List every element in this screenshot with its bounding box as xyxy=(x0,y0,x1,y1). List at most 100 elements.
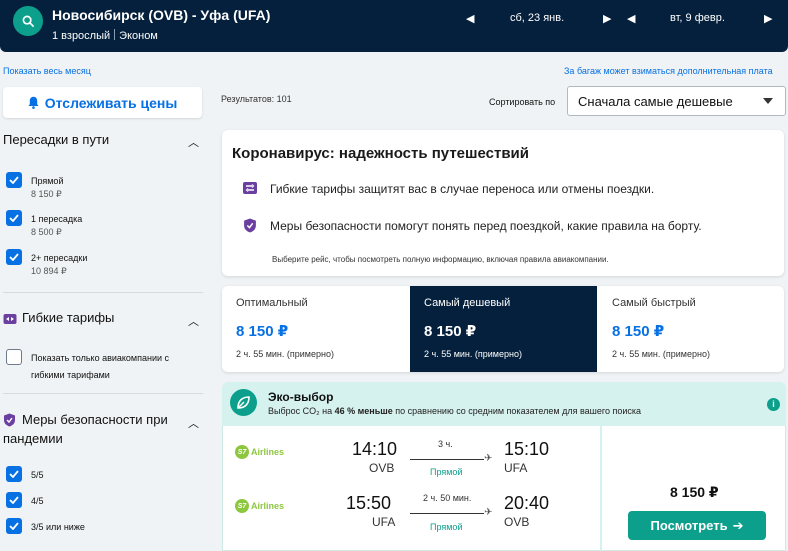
stops-one-checkbox[interactable] xyxy=(6,210,22,226)
leg-duration: 3 ч. xyxy=(438,439,453,449)
track-prices-button[interactable]: Отслеживать цены xyxy=(3,87,202,118)
baggage-note-link[interactable]: За багаж может взиматься дополнительная … xyxy=(564,66,773,76)
covid-footnote: Выберите рейс, чтобы посмотреть полную и… xyxy=(272,255,609,264)
flexible-option-label-line2: гибкими тарифами xyxy=(31,370,110,380)
flexible-collapse-chevron-icon[interactable]: ︿ xyxy=(188,313,199,329)
safety-option-label: 5/5 xyxy=(31,470,44,480)
leg-arrival-time: 20:40 xyxy=(504,493,550,513)
route-title: Новосибирск (OVB) - Уфа (UFA) xyxy=(52,7,271,23)
leg-arrival-code: OVB xyxy=(504,515,530,529)
track-prices-label: Отслеживать цены xyxy=(44,94,178,111)
leg-stops: Прямой xyxy=(430,522,463,532)
tab-duration: 2 ч. 55 мин. (примерно) xyxy=(424,349,522,359)
plane-icon: ✈ xyxy=(484,507,493,518)
search-button[interactable] xyxy=(13,6,43,36)
tab-name: Самый быстрый xyxy=(612,297,696,309)
tab-cheapest[interactable]: Самый дешевый 8 150 ₽ 2 ч. 55 мин. (прим… xyxy=(410,286,597,372)
eco-sub-bold: 46 % меньше xyxy=(334,406,393,416)
eco-choice-banner: Эко-выбор Выброс CO₂ на 46 % меньше по с… xyxy=(222,382,786,426)
leg-arrival-time: 15:10 xyxy=(504,439,550,459)
leg-departure-code: UFA xyxy=(372,515,396,529)
safety-4-checkbox[interactable] xyxy=(6,492,22,508)
show-month-link[interactable]: Показать весь месяц xyxy=(3,66,91,76)
check-icon xyxy=(9,253,19,261)
bell-icon xyxy=(28,96,39,109)
depart-prev-arrow-icon[interactable]: ◀ xyxy=(466,12,474,25)
safety-option-label: 4/5 xyxy=(31,496,44,506)
stops-option-price: 8 150 ₽ xyxy=(31,189,62,199)
flexible-fares-icon xyxy=(3,312,17,330)
check-icon xyxy=(9,470,19,478)
leg-departure-time: 14:10 xyxy=(352,439,398,459)
tab-best[interactable]: Оптимальный 8 150 ₽ 2 ч. 55 мин. (пример… xyxy=(222,286,409,372)
airline-logo: S7 Airlines xyxy=(235,445,284,459)
cabin-class: Эконом xyxy=(119,30,158,42)
view-flight-button[interactable]: Посмотреть ➔ xyxy=(628,511,766,540)
flexible-only-checkbox[interactable] xyxy=(6,349,22,365)
sort-value: Сначала самые дешевые xyxy=(578,94,733,109)
airline-name: Airlines xyxy=(251,447,285,457)
flexible-ticket-icon xyxy=(242,181,258,200)
tab-price: 8 150 ₽ xyxy=(236,323,289,340)
leg-line xyxy=(410,513,484,514)
stops-option-label: 2+ пересадки xyxy=(31,253,88,263)
safety-3-checkbox[interactable] xyxy=(6,518,22,534)
passengers-count: 1 взрослый xyxy=(52,30,111,42)
stops-filter-title: Пересадки в пути xyxy=(3,132,110,147)
safety-5-checkbox[interactable] xyxy=(6,466,22,482)
divider xyxy=(3,393,203,394)
view-button-label: Посмотреть xyxy=(650,518,728,533)
search-header[interactable]: Новосибирск (OVB) - Уфа (UFA) 1 взрослый… xyxy=(0,0,788,52)
flexible-option-label-line1: Показать только авиакомпании с xyxy=(31,353,170,363)
check-icon xyxy=(9,176,19,184)
check-icon xyxy=(9,496,19,504)
eco-subtitle: Выброс CO₂ на 46 % меньше по сравнению с… xyxy=(268,406,641,416)
return-prev-arrow-icon[interactable]: ◀ xyxy=(627,12,635,25)
stops-option-label: 1 пересадка xyxy=(31,214,83,224)
results-count: Результатов: 101 xyxy=(221,94,292,104)
leg-departure-time: 15:50 xyxy=(346,493,392,513)
tab-price: 8 150 ₽ xyxy=(612,323,665,340)
leg-departure-code: OVB xyxy=(369,461,395,475)
stops-direct-checkbox[interactable] xyxy=(6,172,22,188)
info-icon[interactable]: i xyxy=(767,398,780,411)
sort-tabs: Оптимальный 8 150 ₽ 2 ч. 55 мин. (пример… xyxy=(222,286,784,372)
tab-price: 8 150 ₽ xyxy=(424,323,477,340)
check-icon xyxy=(9,214,19,222)
divider xyxy=(600,426,602,551)
covid-row-safety: Меры безопасности помогут понять перед п… xyxy=(270,219,702,233)
eco-title: Эко-выбор xyxy=(268,390,334,404)
airline-logo: S7 Airlines xyxy=(235,499,284,513)
tab-fastest[interactable]: Самый быстрый 8 150 ₽ 2 ч. 55 мин. (прим… xyxy=(598,286,784,372)
tab-name: Самый дешевый xyxy=(424,297,511,309)
flight-result-card[interactable]: S7 Airlines 14:10 OVB 3 ч. ✈ Прямой 15:10… xyxy=(222,426,786,551)
airline-name: Airlines xyxy=(251,501,285,511)
airline-logo-mark: S7 xyxy=(235,499,249,513)
return-next-arrow-icon[interactable]: ▶ xyxy=(764,12,772,25)
plane-icon: ✈ xyxy=(484,453,493,464)
safety-collapse-chevron-icon[interactable]: ︿ xyxy=(188,415,199,431)
leg-arrival-code: UFA xyxy=(504,461,528,475)
shield-icon xyxy=(3,413,16,432)
eco-sub-suffix: по сравнению со средним показателем для … xyxy=(395,406,641,416)
flexible-fares-title: Гибкие тарифы xyxy=(22,310,115,325)
stops-option-price: 8 500 ₽ xyxy=(31,227,62,237)
safety-option-label: 3/5 или ниже xyxy=(31,522,85,532)
sort-select[interactable]: Сначала самые дешевые xyxy=(567,86,786,116)
flight-price: 8 150 ₽ xyxy=(670,484,719,500)
arrow-right-icon: ➔ xyxy=(732,517,744,533)
return-date[interactable]: вт, 9 февр. xyxy=(670,12,725,24)
stops-collapse-chevron-icon[interactable]: ︿ xyxy=(188,134,199,150)
leg-line xyxy=(410,459,484,460)
stops-two-plus-checkbox[interactable] xyxy=(6,249,22,265)
sort-label: Сортировать по xyxy=(489,97,556,107)
airline-logo-mark: S7 xyxy=(235,445,249,459)
depart-next-arrow-icon[interactable]: ▶ xyxy=(603,12,611,25)
leg-duration: 2 ч. 50 мин. xyxy=(423,493,472,503)
tab-name: Оптимальный xyxy=(236,297,308,309)
covid-info-card: Коронавирус: надежность путешествий Гибк… xyxy=(222,130,784,276)
covid-title: Коронавирус: надежность путешествий xyxy=(232,145,530,162)
tab-duration: 2 ч. 55 мин. (примерно) xyxy=(612,349,710,359)
leaf-icon xyxy=(230,389,257,416)
depart-date[interactable]: сб, 23 янв. xyxy=(510,12,564,24)
